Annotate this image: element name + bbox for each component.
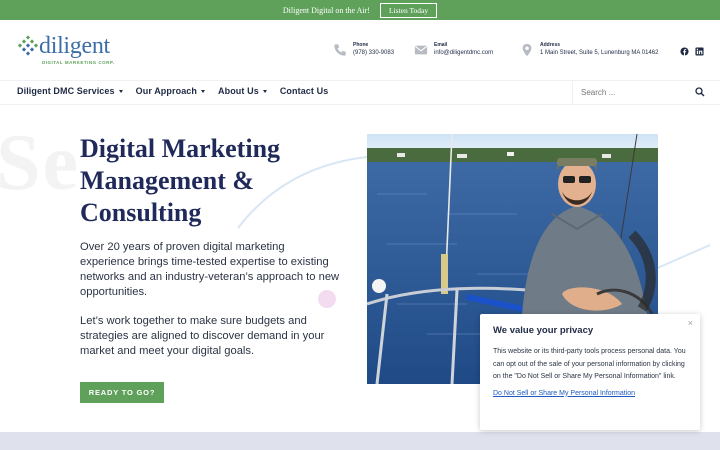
listen-today-button[interactable]: Listen Today: [379, 2, 438, 18]
phone-icon: [334, 44, 346, 56]
nav-item-label: Contact Us: [279, 86, 329, 96]
chevron-down-icon: [118, 89, 123, 93]
email-label: Email: [434, 42, 448, 48]
address-label: Address: [540, 42, 561, 48]
phone-value: (978) 330-9083: [353, 50, 395, 56]
nav-item-label: Our Approach: [135, 86, 198, 96]
nav-item-contact[interactable]: Contact Us: [280, 86, 329, 96]
nav-item-label: About Us: [218, 86, 259, 96]
logo-wordmark: diligent: [39, 33, 110, 59]
nav-item-services[interactable]: Diligent DMC Services: [17, 86, 123, 96]
privacy-title: We value your privacy: [493, 325, 594, 336]
announcement-bar: Diligent Digital on the Air! Listen Toda…: [0, 0, 720, 20]
logo-diamond-icon: [17, 35, 39, 56]
facebook-icon[interactable]: [680, 47, 689, 56]
contact-address[interactable]: Address 1 Main Street, Suite 5, Lunenbur…: [520, 42, 658, 58]
email-value: info@diligentdmc.com: [434, 50, 494, 56]
announcement-text: Diligent Digital on the Air!: [282, 5, 370, 15]
hero-title: Digital Marketing Management & Consultin…: [80, 134, 281, 227]
search-input[interactable]: [581, 88, 691, 97]
contact-phone[interactable]: Phone (978) 330-9083: [333, 42, 394, 58]
linkedin-icon[interactable]: [695, 47, 704, 56]
nav-item-label: Diligent DMC Services: [17, 86, 115, 96]
chevron-down-icon: [201, 89, 206, 93]
address-value: 1 Main Street, Suite 5, Lunenburg MA 014…: [540, 50, 659, 56]
hero-paragraph-1: Over 20 years of proven digital marketin…: [80, 241, 340, 298]
search-icon[interactable]: [695, 87, 705, 97]
hero-paragraph-2: Let’s work together to make sure budgets…: [80, 315, 325, 357]
contact-email[interactable]: Email info@diligentdmc.com: [414, 42, 493, 58]
background-watermark-text: Se: [0, 119, 80, 207]
logo-tagline: DIGITAL MARKETING CORP.: [42, 60, 115, 65]
nav-divider: [0, 104, 720, 105]
chevron-down-icon: [262, 89, 267, 93]
phone-label: Phone: [353, 42, 369, 48]
envelope-icon: [414, 45, 428, 55]
site-logo[interactable]: diligent DIGITAL MARKETING CORP.: [16, 33, 126, 69]
next-section-band: [0, 432, 720, 450]
do-not-sell-link[interactable]: Do Not Sell or Share My Personal Informa…: [493, 390, 687, 397]
privacy-consent-dialog: × We value your privacy This website or …: [480, 314, 700, 430]
ready-to-go-button[interactable]: READY TO GO?: [80, 382, 164, 403]
site-header: diligent DIGITAL MARKETING CORP. Phone (…: [0, 20, 720, 80]
search-box: [572, 81, 720, 104]
nav-item-approach[interactable]: Our Approach: [135, 86, 206, 96]
map-pin-icon: [522, 43, 532, 57]
nav-item-about[interactable]: About Us: [218, 86, 267, 96]
privacy-body: This website or its third-party tools pr…: [493, 348, 686, 380]
main-nav: Diligent DMC Services Our Approach About…: [17, 86, 328, 96]
close-icon[interactable]: ×: [688, 318, 693, 328]
